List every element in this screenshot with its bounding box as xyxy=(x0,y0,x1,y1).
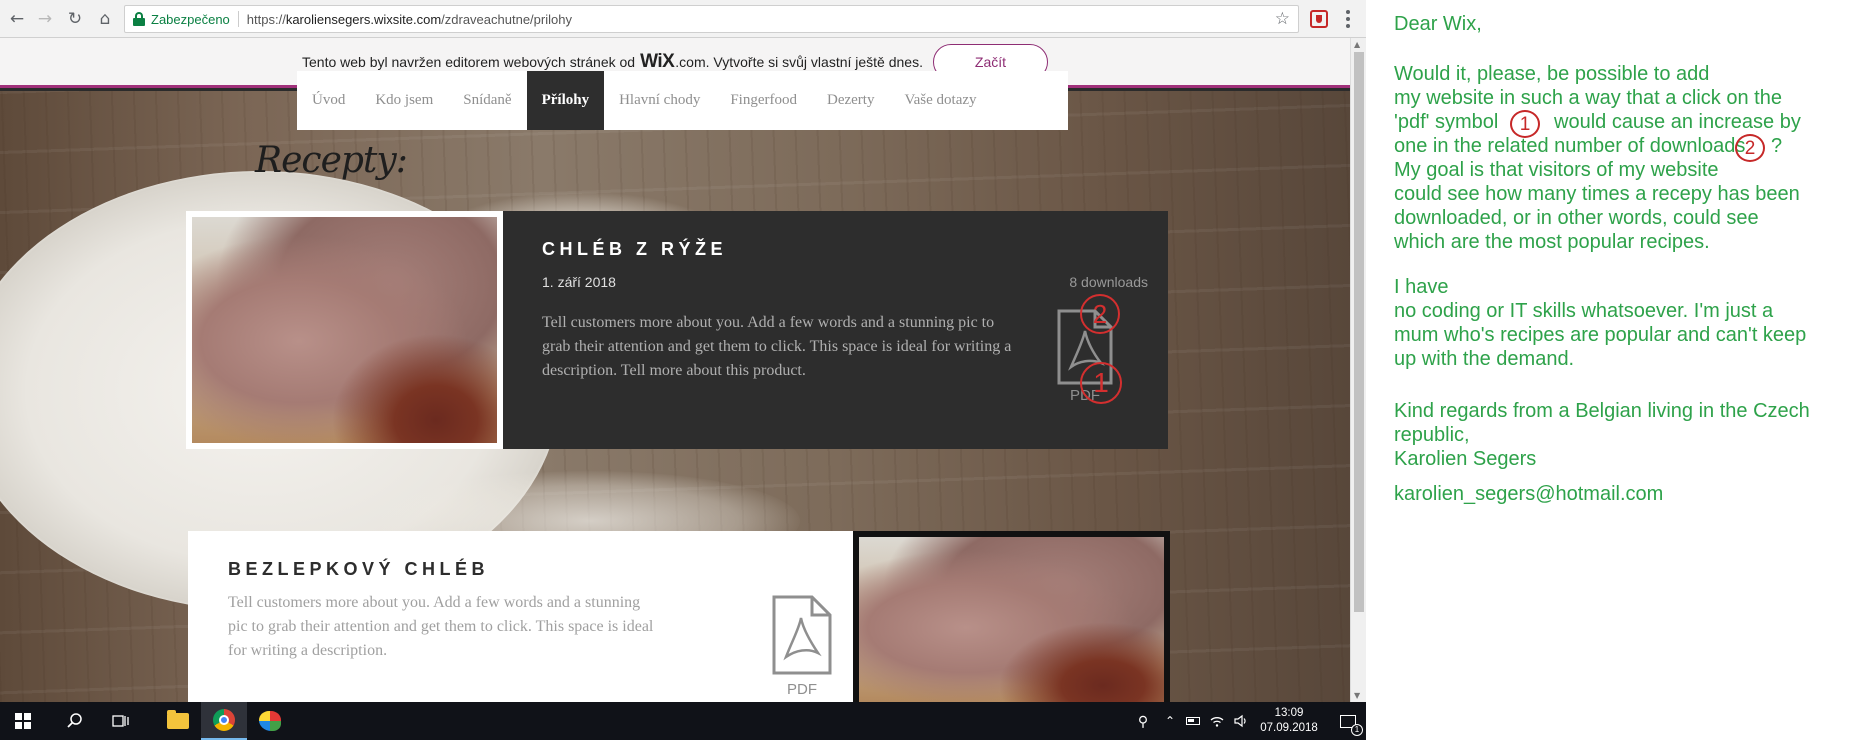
home-icon[interactable]: ⌂ xyxy=(94,8,116,30)
chrome-icon[interactable] xyxy=(201,702,247,740)
nav-item-kdo-jsem[interactable]: Kdo jsem xyxy=(360,71,448,130)
system-clock[interactable]: 13:09 07.09.2018 xyxy=(1254,702,1324,740)
letter-marker-2: 2 xyxy=(1735,134,1765,162)
letter-line: ? xyxy=(1771,135,1783,157)
paint-icon[interactable] xyxy=(247,702,293,740)
letter-email: karolien_segers@hotmail.com xyxy=(1394,483,1664,505)
chevron-up-icon[interactable]: ⌃ xyxy=(1160,702,1180,740)
product-info-panel: BEZLEPKOVÝ CHLÉB Tell customers more abo… xyxy=(188,531,853,702)
product-title[interactable]: BEZLEPKOVÝ CHLÉB xyxy=(228,559,489,580)
scroll-thumb[interactable] xyxy=(1354,52,1364,612)
scroll-down-arrow-icon[interactable]: ▼ xyxy=(1354,691,1360,700)
notification-badge: 1 xyxy=(1351,723,1363,736)
url-scheme: https:// xyxy=(246,11,286,27)
nav-item-snidane[interactable]: Snídaně xyxy=(448,71,526,130)
annotation-marker-1: 1 xyxy=(1080,362,1122,404)
url-text[interactable]: https://karoliensegers.wixsite.com/zdrav… xyxy=(247,12,572,27)
product-title[interactable]: CHLÉB Z RÝŽE xyxy=(542,239,727,260)
product-card: BEZLEPKOVÝ CHLÉB Tell customers more abo… xyxy=(188,531,1170,702)
wix-banner-text: Tento web byl navržen editorem webových … xyxy=(302,53,636,70)
task-view-icon[interactable] xyxy=(98,702,144,740)
people-icon[interactable]: ⚲ xyxy=(1128,702,1158,740)
windows-taskbar: ⚲ ⌃ 13:09 07.09.2018 1 xyxy=(0,702,1366,740)
product-image-frame xyxy=(186,211,503,449)
page-scrollbar[interactable]: ▲ ▼ xyxy=(1350,38,1366,702)
windows-logo-icon xyxy=(15,713,31,729)
extension-shield-icon[interactable] xyxy=(1310,10,1328,28)
clock-time: 13:09 xyxy=(1274,707,1304,719)
letter-to-wix: Dear Wix, Would it, please, be possible … xyxy=(1394,0,1872,740)
product-description: Tell customers more about you. Add a few… xyxy=(228,594,654,659)
volume-icon[interactable] xyxy=(1230,702,1252,740)
secure-label: Zabezpečeno xyxy=(151,11,230,27)
browser-toolbar: ← → ↻ ⌂ Zabezpečeno https://karoliensege… xyxy=(0,0,1366,38)
letter-line: up with the demand. xyxy=(1394,348,1575,370)
product-description: Tell customers more about you. Add a few… xyxy=(542,314,1012,379)
screenshot: ← → ↻ ⌂ Zabezpečeno https://karoliensege… xyxy=(0,0,1366,740)
url-path: /zdraveachutne/prilohy xyxy=(441,11,572,27)
wifi-icon[interactable] xyxy=(1206,702,1228,740)
notifications-icon[interactable]: 1 xyxy=(1330,702,1366,740)
wix-banner-suffix: .com. Vytvořte si svůj vlastní ještě dne… xyxy=(675,53,923,70)
letter-greeting: Dear Wix, xyxy=(1394,13,1482,35)
annotation-marker-2: 2 xyxy=(1080,294,1120,334)
back-arrow-icon[interactable]: ← xyxy=(6,8,28,30)
page-heading: Recepty: xyxy=(255,140,408,181)
letter-line: which are the most popular recipes. xyxy=(1394,231,1710,253)
lock-icon xyxy=(133,12,145,26)
pdf-icon[interactable] xyxy=(770,593,834,677)
nav-item-vase-dotazy[interactable]: Vaše dotazy xyxy=(889,71,991,130)
nav-item-dezerty[interactable]: Dezerty xyxy=(812,71,889,130)
forward-arrow-icon[interactable]: → xyxy=(34,8,56,30)
star-icon[interactable]: ☆ xyxy=(1275,9,1290,29)
start-button[interactable] xyxy=(0,702,46,740)
site-navigation: Úvod Kdo jsem Snídaně Přílohy Hlavní cho… xyxy=(297,71,1068,130)
nav-item-uvod[interactable]: Úvod xyxy=(297,71,360,130)
product-info-panel: CHLÉB Z RÝŽE 1. září 2018 Tell customers… xyxy=(503,211,1168,449)
nav-item-hlavni-chody[interactable]: Hlavní chody xyxy=(604,71,715,130)
bread-photo[interactable] xyxy=(859,537,1164,702)
letter-signature: Karolien Segers xyxy=(1394,448,1537,470)
battery-icon[interactable] xyxy=(1182,702,1204,740)
nav-item-prilohy[interactable]: Přílohy xyxy=(526,71,605,130)
reload-icon[interactable]: ↻ xyxy=(64,8,86,30)
pdf-label[interactable]: PDF xyxy=(772,681,832,698)
product-date: 1. září 2018 xyxy=(542,274,616,290)
url-host: karoliensegers.wixsite.com xyxy=(285,11,442,27)
bread-photo[interactable] xyxy=(192,217,497,443)
address-bar[interactable]: Zabezpečeno https://karoliensegers.wixsi… xyxy=(124,5,1299,33)
scroll-up-arrow-icon[interactable]: ▲ xyxy=(1354,40,1360,49)
address-separator xyxy=(237,11,239,27)
product-card: CHLÉB Z RÝŽE 1. září 2018 Tell customers… xyxy=(186,211,1168,449)
kebab-menu-icon[interactable] xyxy=(1338,8,1358,30)
product-image-frame xyxy=(853,531,1170,702)
clock-date: 07.09.2018 xyxy=(1260,722,1318,734)
file-explorer-icon[interactable] xyxy=(155,702,201,740)
download-count: 8 downloads xyxy=(1069,274,1148,290)
wix-logo: WiX xyxy=(640,50,675,72)
nav-item-fingerfood[interactable]: Fingerfood xyxy=(715,71,812,130)
search-icon[interactable] xyxy=(52,702,98,740)
